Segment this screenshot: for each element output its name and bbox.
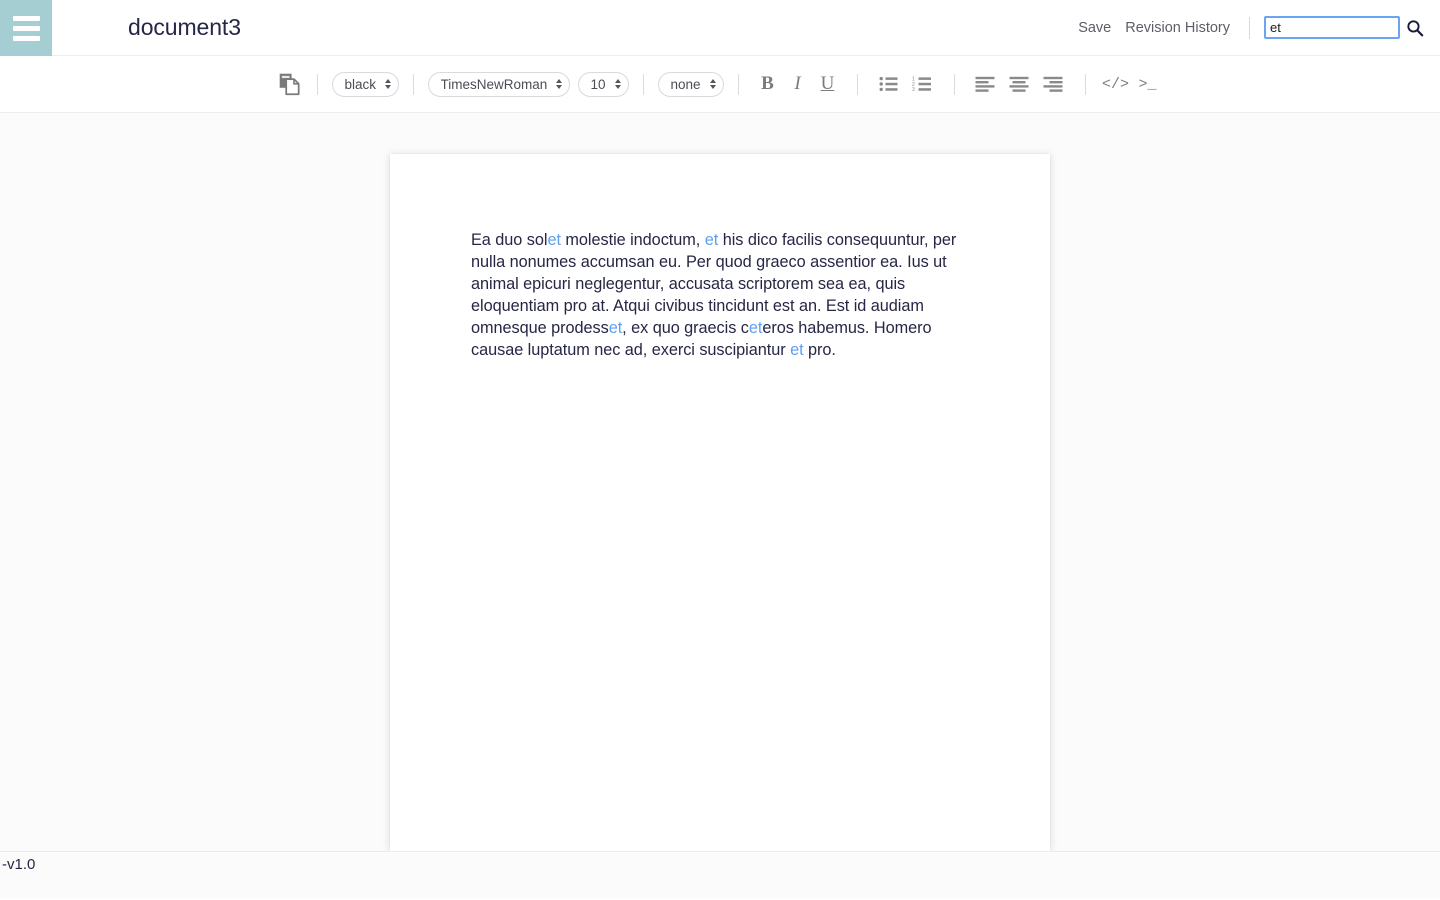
text-style-select[interactable]: none [657, 71, 724, 97]
revision-history-button[interactable]: Revision History [1118, 20, 1237, 36]
toolbar-group-color: black [331, 71, 399, 97]
toolbar-group-align [969, 70, 1071, 98]
search-area [1264, 16, 1424, 39]
toolbar-group-style: none [657, 71, 724, 97]
font-family-select[interactable]: TimesNewRoman [427, 71, 570, 97]
header-actions: Save Revision History [1071, 0, 1440, 55]
search-match: et [704, 231, 719, 249]
hamburger-bar-1 [12, 15, 40, 21]
code-block-icon[interactable]: </> [1100, 70, 1132, 98]
page-title: document3 [128, 14, 241, 40]
search-input[interactable] [1264, 16, 1400, 39]
toolbar-divider-2 [412, 73, 414, 95]
app-footer: -v1.0 [0, 851, 1440, 899]
search-match: et [748, 319, 763, 337]
bold-button[interactable]: B [753, 70, 783, 98]
version-label: -v1.0 [2, 856, 36, 873]
align-right-icon[interactable] [1037, 70, 1071, 98]
search-match: et [790, 341, 804, 359]
document-paragraph[interactable]: Ea duo solet molestie indoctum, et his d… [471, 229, 971, 361]
hamburger-bar-3 [12, 35, 40, 41]
toolbar-divider-6 [953, 73, 955, 95]
document-canvas: Ea duo solet molestie indoctum, et his d… [0, 113, 1440, 851]
svg-text:3: 3 [912, 87, 915, 92]
toolbar-group-code: </> >_ [1100, 70, 1164, 98]
formatting-toolbar: black TimesNewRoman 10 none B I U 1 2 3 … [0, 56, 1440, 113]
numbered-list-icon[interactable]: 1 2 3 [906, 70, 940, 98]
text-segment: , ex quo graecis c [622, 319, 749, 337]
align-center-icon[interactable] [1003, 70, 1037, 98]
text-segment: Ea duo sol [471, 231, 548, 249]
header-divider [1249, 16, 1250, 39]
size-select-wrap: 10 [577, 71, 629, 97]
hamburger-menu-icon[interactable] [0, 0, 52, 56]
toolbar-group-emphasis: B I U [753, 70, 843, 98]
align-left-icon[interactable] [969, 70, 1003, 98]
underline-button[interactable]: U [813, 70, 843, 98]
text-segment: molestie indoctum, [560, 231, 705, 249]
toolbar-group-clipboard [277, 71, 303, 97]
text-segment: pro. [803, 341, 836, 359]
search-match: et [547, 231, 561, 249]
document-page[interactable]: Ea duo solet molestie indoctum, et his d… [390, 154, 1050, 851]
toolbar-divider-4 [737, 73, 739, 95]
text-color-select[interactable]: black [331, 71, 399, 97]
toolbar-divider-3 [642, 73, 644, 95]
style-select-wrap: none [657, 71, 724, 97]
font-size-select[interactable]: 10 [577, 71, 629, 97]
search-icon[interactable] [1406, 19, 1424, 37]
italic-button[interactable]: I [783, 70, 813, 98]
terminal-icon[interactable]: >_ [1132, 70, 1164, 98]
toolbar-divider-5 [856, 73, 858, 95]
bullet-list-icon[interactable] [872, 70, 906, 98]
font-select-wrap: TimesNewRoman [427, 71, 570, 97]
hamburger-bar-2 [12, 25, 40, 31]
copy-document-icon[interactable] [277, 71, 303, 97]
search-match: et [608, 319, 623, 337]
toolbar-group-lists: 1 2 3 [872, 70, 940, 98]
toolbar-group-font: TimesNewRoman 10 [427, 71, 629, 97]
save-button[interactable]: Save [1071, 20, 1118, 36]
app-header: document3 Save Revision History [0, 0, 1440, 56]
toolbar-divider-7 [1084, 73, 1086, 95]
toolbar-divider-1 [316, 73, 318, 95]
color-select-wrap: black [331, 71, 399, 97]
